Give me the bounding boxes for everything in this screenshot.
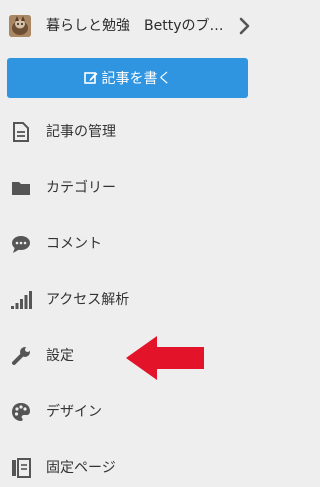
red-arrow-icon <box>126 336 204 380</box>
signal-bars-icon <box>10 289 32 311</box>
menu-item-access-analytics[interactable]: アクセス解析 <box>0 280 255 320</box>
blog-header[interactable]: 暮らしと勉強 Bettyのブ… <box>0 0 255 52</box>
menu-item-design[interactable]: デザイン <box>0 392 255 432</box>
palette-icon <box>10 401 32 423</box>
avatar <box>9 15 31 37</box>
menu-label: 固定ページ <box>46 460 116 476</box>
menu-label: 設定 <box>46 348 74 364</box>
menu-label: アクセス解析 <box>46 292 130 308</box>
menu-item-fixed-pages[interactable]: 固定ページ <box>0 448 255 487</box>
blog-title: 暮らしと勉強 Bettyのブ… <box>46 18 224 34</box>
wrench-icon <box>10 345 32 367</box>
pages-icon <box>10 457 32 479</box>
menu-item-comments[interactable]: コメント <box>0 224 255 264</box>
write-article-label: 記事を書く <box>101 71 172 87</box>
write-article-button[interactable]: 記事を書く <box>7 58 248 98</box>
menu-item-categories[interactable]: カテゴリー <box>0 168 255 208</box>
menu-label: 記事の管理 <box>46 124 116 140</box>
folder-icon <box>10 177 32 199</box>
menu-item-manage-articles[interactable]: 記事の管理 <box>0 112 255 152</box>
edit-icon <box>83 71 98 85</box>
document-icon <box>10 121 32 143</box>
menu-label: デザイン <box>46 404 102 420</box>
comment-icon <box>10 233 32 255</box>
chevron-right-icon[interactable] <box>238 17 252 35</box>
menu-label: カテゴリー <box>46 180 116 196</box>
sidebar: 暮らしと勉強 Bettyのブ… 記事を書く 記事の管理 カテゴリー コメント ア… <box>0 0 255 487</box>
menu-label: コメント <box>46 236 102 252</box>
